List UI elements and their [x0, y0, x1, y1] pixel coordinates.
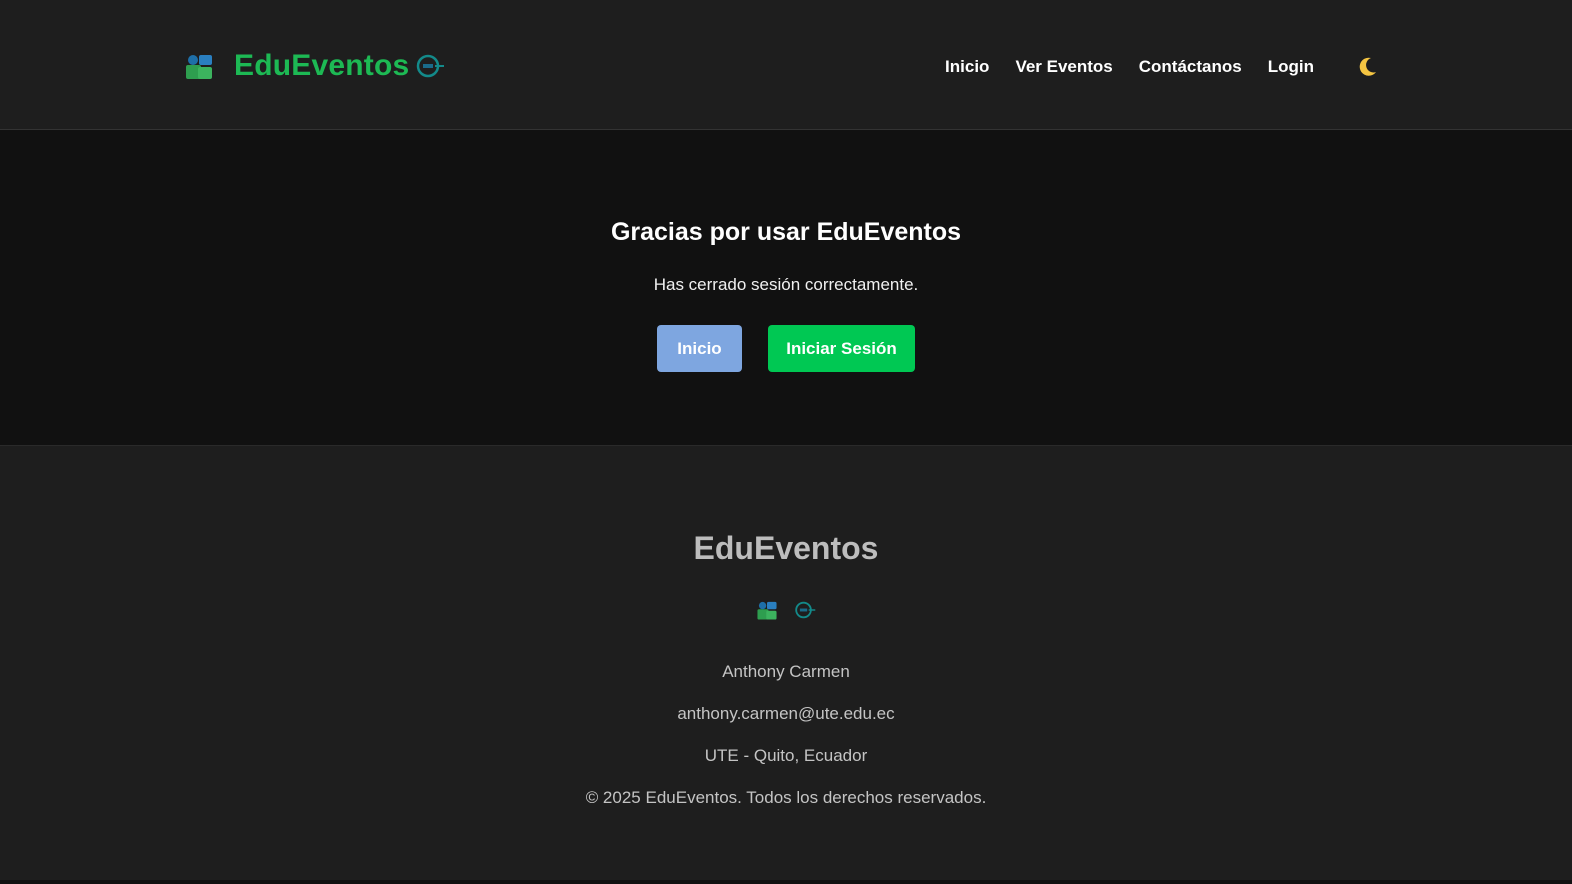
logout-section: Gracias por usar EduEventos Has cerrado … [0, 130, 1572, 446]
ute-logo-icon [415, 51, 445, 81]
nav-ver-eventos[interactable]: Ver Eventos [1015, 54, 1112, 80]
brand-link[interactable]: EduEventos [184, 44, 445, 88]
home-button[interactable]: Inicio [657, 325, 742, 372]
footer-email: anthony.carmen@ute.edu.ec [677, 704, 895, 723]
footer-author: Anthony Carmen [722, 662, 850, 681]
footer-title: EduEventos [693, 530, 879, 566]
footer-icons [0, 599, 1572, 621]
login-button[interactable]: Iniciar Sesión [768, 325, 915, 372]
nav-contactanos[interactable]: Contáctanos [1139, 54, 1242, 80]
page-title: Gracias por usar EduEventos [610, 218, 962, 246]
logout-message: Has cerrado sesión correctamente. [653, 275, 919, 294]
footer-copyright: © 2025 EduEventos. Todos los derechos re… [585, 788, 987, 807]
nav-login[interactable]: Login [1268, 54, 1314, 80]
main-nav: Inicio Ver Eventos Contáctanos Login [945, 54, 1380, 80]
navbar: EduEventos Inicio Ver Eventos Contáctano… [0, 0, 1572, 130]
brand-name: EduEventos [234, 49, 410, 82]
page-bottom-edge [0, 880, 1572, 884]
people-icon [184, 51, 214, 81]
people-icon [756, 599, 778, 621]
moon-icon [1359, 57, 1376, 76]
ute-logo-icon [794, 599, 816, 621]
theme-toggle-button[interactable] [1354, 54, 1380, 80]
footer-location: UTE - Quito, Ecuador [704, 746, 868, 765]
nav-inicio[interactable]: Inicio [945, 54, 989, 80]
action-buttons: Inicio Iniciar Sesión [0, 325, 1572, 372]
footer: EduEventos Anthony Carmen anthony.carmen… [0, 446, 1572, 880]
